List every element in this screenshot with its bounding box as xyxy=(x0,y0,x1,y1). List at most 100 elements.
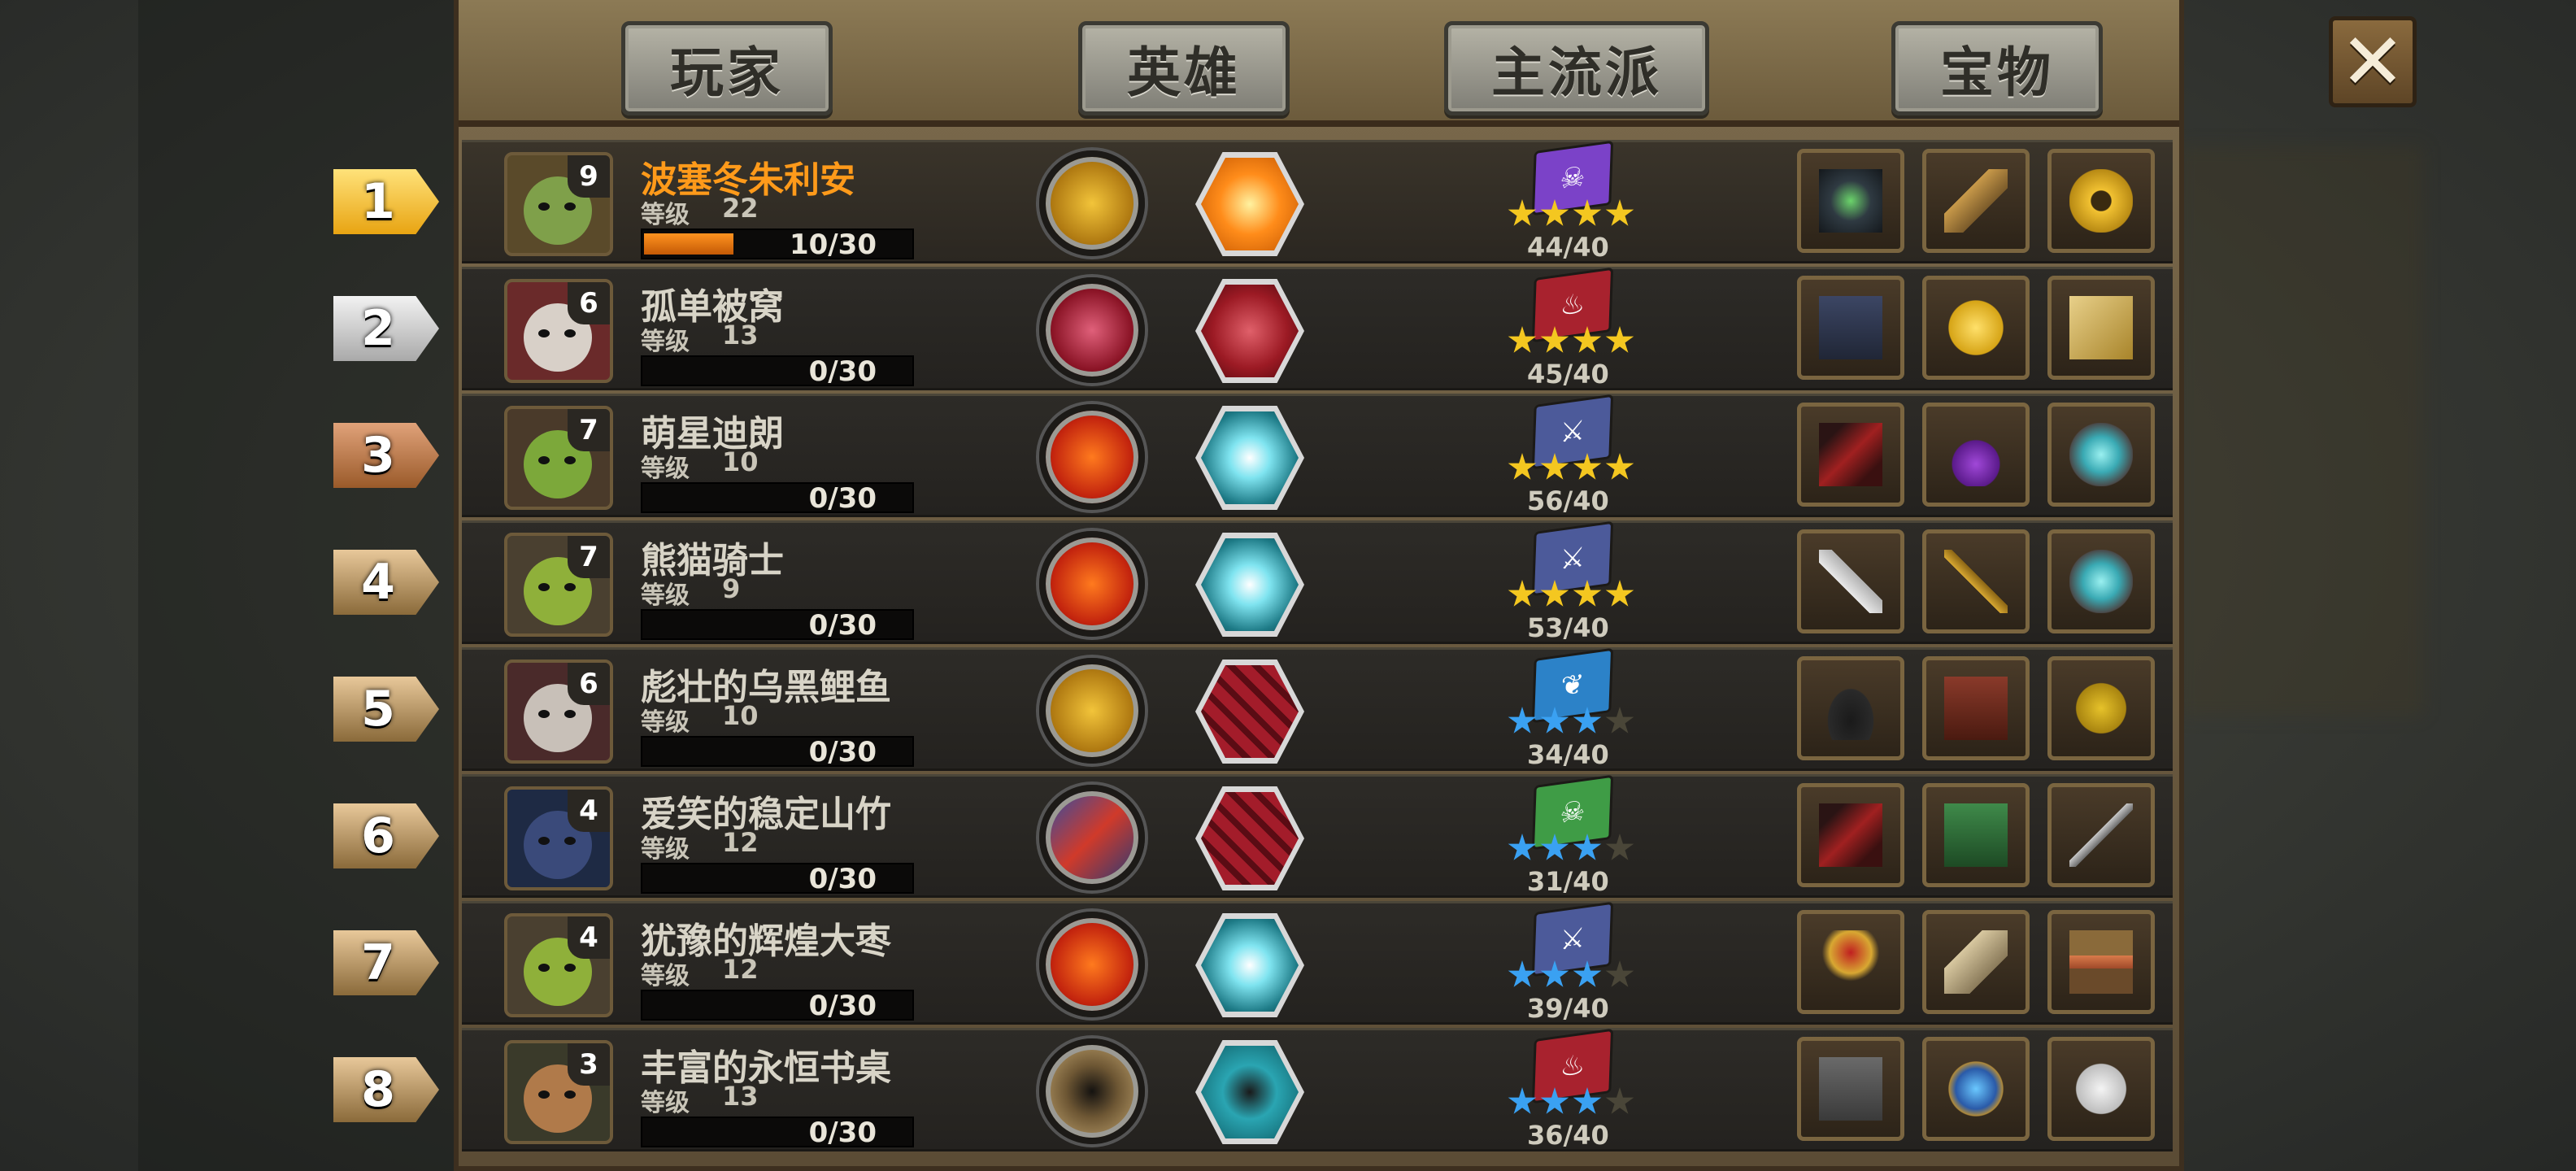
deck-count: 44/40 xyxy=(1527,232,1609,263)
treasure-slot[interactable] xyxy=(2047,529,2155,633)
star-icon xyxy=(1605,960,1634,987)
avatar-eye xyxy=(564,583,576,591)
sword-slash-icon[interactable] xyxy=(1039,404,1145,510)
sword-slash-icon[interactable] xyxy=(1039,531,1145,637)
sword-slash-icon[interactable] xyxy=(1039,912,1145,1017)
white-glove-icon xyxy=(2069,1057,2133,1121)
level-label: 等级 xyxy=(641,962,690,990)
tab-treasure[interactable]: 宝物 xyxy=(1891,21,2103,115)
player-avatar[interactable]: 7 xyxy=(504,533,613,637)
star-icon xyxy=(1605,580,1634,607)
leaderboard-row[interactable]: 6 孤单被窝 等级 13 0/30 ♨ 45/40 xyxy=(462,267,2173,390)
gold-coins-icon[interactable] xyxy=(1039,658,1145,764)
treasure-slot[interactable] xyxy=(2047,149,2155,253)
star-icon xyxy=(1605,453,1634,480)
treasure-slot[interactable] xyxy=(1922,149,2030,253)
treasure-slot[interactable] xyxy=(1922,910,2030,1014)
clover-icon xyxy=(2069,677,2133,740)
skill-hex-inner xyxy=(1201,285,1299,377)
lightning-orb-hex-icon[interactable] xyxy=(1195,406,1304,510)
player-avatar[interactable]: 9 xyxy=(504,152,613,256)
avatar-eye xyxy=(564,964,576,972)
leaderboard-row[interactable]: 4 犹豫的辉煌大枣 等级 12 0/30 ⚔ 39/40 xyxy=(462,901,2173,1025)
leaderboard-row[interactable]: 3 丰富的永恒书桌 等级 13 0/30 ♨ 36/40 xyxy=(462,1028,2173,1151)
player-avatar[interactable]: 4 xyxy=(504,786,613,890)
star-icon xyxy=(1540,707,1569,734)
xp-progress-text: 0/30 xyxy=(808,863,877,895)
avatar-eye xyxy=(564,329,576,337)
star-icon xyxy=(1573,199,1602,226)
orange-star-coin-icon[interactable] xyxy=(1195,152,1304,256)
treasure-slot[interactable] xyxy=(1922,529,2030,633)
treasure-slot[interactable] xyxy=(1797,783,1904,887)
treasure-slot[interactable] xyxy=(2047,403,2155,507)
xp-progress-text: 10/30 xyxy=(789,229,877,261)
leaderboard-row[interactable]: 7 萌星迪朗 等级 10 0/30 ⚔ 56/40 xyxy=(462,394,2173,517)
treasure-slot[interactable] xyxy=(1797,403,1904,507)
level-value: 12 xyxy=(722,827,759,858)
close-button[interactable]: ✕ xyxy=(2329,16,2417,107)
leaderboard-row[interactable]: 7 熊猫骑士 等级 9 0/30 ⚔ 53/40 xyxy=(462,520,2173,644)
xp-progress-bar: 0/30 xyxy=(641,990,914,1021)
red-blade-hex-icon[interactable] xyxy=(1195,279,1304,383)
player-avatar[interactable]: 7 xyxy=(504,406,613,510)
missile-hex-icon[interactable] xyxy=(1195,1040,1304,1144)
player-avatar[interactable]: 6 xyxy=(504,660,613,764)
level-value: 9 xyxy=(722,573,741,604)
star-icon xyxy=(1573,707,1602,734)
background-decoration xyxy=(2179,146,2423,716)
rank-number: 1 xyxy=(361,173,395,230)
leaderboard-row[interactable]: 9 波塞冬朱利安 等级 22 10/30 ☠ 44/40 xyxy=(462,140,2173,263)
treasure-slot[interactable] xyxy=(1922,276,2030,380)
xp-progress-text: 0/30 xyxy=(808,990,877,1022)
red-boot-icon xyxy=(1819,423,1882,486)
player-avatar[interactable]: 6 xyxy=(504,279,613,383)
star-icon xyxy=(1540,834,1569,860)
treasure-slot[interactable] xyxy=(1797,1037,1904,1141)
level-label: 等级 xyxy=(641,328,690,356)
level-label: 等级 xyxy=(641,581,690,610)
bronze-gear-icon[interactable] xyxy=(1039,1038,1145,1144)
treasure-slot[interactable] xyxy=(1797,910,1904,1014)
xp-progress-text: 0/30 xyxy=(808,609,877,642)
star-icon xyxy=(1605,326,1634,353)
lightning-orb-hex-icon[interactable] xyxy=(1195,913,1304,1017)
red-chain-hex-icon[interactable] xyxy=(1195,660,1304,764)
treasure-slot[interactable] xyxy=(1922,656,2030,760)
tab-player[interactable]: 玩家 xyxy=(621,21,833,115)
red-claw-icon[interactable] xyxy=(1039,277,1145,383)
treasure-slot[interactable] xyxy=(1922,403,2030,507)
treasure-slot[interactable] xyxy=(2047,783,2155,887)
player-avatar[interactable]: 4 xyxy=(504,913,613,1017)
leaderboard-row[interactable]: 4 爱笑的稳定山竹 等级 12 0/30 ☠ 31/40 xyxy=(462,774,2173,898)
treasure-slot[interactable] xyxy=(2047,276,2155,380)
player-avatar[interactable]: 3 xyxy=(504,1040,613,1144)
gold-coins-icon[interactable] xyxy=(1039,150,1145,256)
treasure-slot[interactable] xyxy=(1797,656,1904,760)
leaderboard-row[interactable]: 6 彪壮的乌黑鲤鱼 等级 10 0/30 ❦ 34/40 xyxy=(462,647,2173,771)
skill-hex-inner xyxy=(1201,792,1299,885)
level-value: 12 xyxy=(722,954,759,985)
xp-progress-text: 0/30 xyxy=(808,355,877,388)
treasure-slot[interactable] xyxy=(1797,149,1904,253)
skill-hex-inner xyxy=(1201,538,1299,631)
avatar-eye xyxy=(538,456,550,464)
tab-hero[interactable]: 英雄 xyxy=(1078,21,1290,115)
avatar-level-badge: 4 xyxy=(568,790,610,832)
treasure-slot[interactable] xyxy=(2047,910,2155,1014)
avatar-eye xyxy=(538,329,550,337)
red-chain-hex-icon[interactable] xyxy=(1195,786,1304,890)
meat-crate-icon xyxy=(2069,930,2133,994)
avatar-eye xyxy=(538,964,550,972)
lightning-orb-hex-icon[interactable] xyxy=(1195,533,1304,637)
treasure-slot[interactable] xyxy=(1922,783,2030,887)
blue-red-slash-icon[interactable] xyxy=(1039,785,1145,890)
tab-main-faction[interactable]: 主流派 xyxy=(1444,21,1709,115)
treasure-slot[interactable] xyxy=(1797,276,1904,380)
treasure-slot[interactable] xyxy=(2047,1037,2155,1141)
treasure-slot[interactable] xyxy=(1797,529,1904,633)
treasure-slot[interactable] xyxy=(2047,656,2155,760)
rank-number: 6 xyxy=(361,808,395,864)
star-icon xyxy=(1573,1087,1602,1114)
treasure-slot[interactable] xyxy=(1922,1037,2030,1141)
